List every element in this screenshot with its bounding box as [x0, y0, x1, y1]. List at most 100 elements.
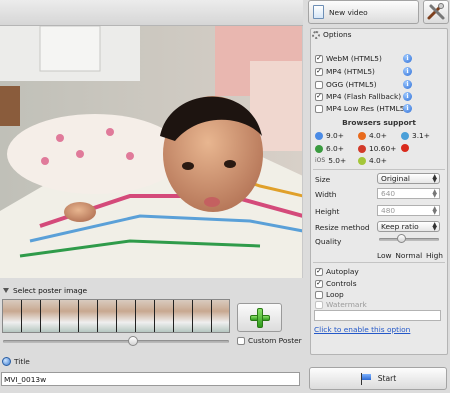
resize-method-select[interactable]: Keep ratio ▲ ▼: [377, 221, 440, 232]
poster-frame[interactable]: [212, 300, 229, 332]
poster-scrub-handle[interactable]: [128, 336, 138, 346]
size-value: Original: [381, 174, 410, 183]
browsers-support-heading: Browsers support: [342, 118, 416, 127]
browser-android: 4.0+: [358, 156, 387, 165]
gear-icon: [312, 30, 320, 39]
browser-safari: 3.1+: [401, 131, 430, 140]
stepper-arrows-icon[interactable]: ▲ ▼: [432, 206, 437, 216]
poster-frame[interactable]: [41, 300, 60, 332]
browser-ie: [401, 144, 409, 152]
poster-frame[interactable]: [79, 300, 98, 332]
poster-frame[interactable]: [3, 300, 22, 332]
browser-opera: 10.60+: [358, 144, 396, 153]
flag-icon: [360, 372, 372, 385]
autoplay-label: Autoplay: [326, 267, 359, 276]
chrome-icon: [315, 144, 323, 153]
plus-icon: [249, 307, 270, 328]
quality-scale: Low Normal High: [377, 251, 443, 260]
height-label: Height: [315, 207, 340, 216]
poster-frame[interactable]: [174, 300, 193, 332]
poster-filmstrip[interactable]: [2, 299, 230, 333]
custom-poster-checkbox[interactable]: [237, 336, 245, 345]
height-field[interactable]: 480 ▲ ▼: [377, 205, 440, 216]
format-ogg[interactable]: OGG (HTML5): [315, 80, 377, 89]
format-mp4-label: MP4 (HTML5): [326, 67, 375, 76]
title-section-header: Title: [0, 357, 30, 366]
format-mp4-flash-checkbox[interactable]: ✓: [315, 92, 323, 101]
title-input[interactable]: [1, 372, 300, 386]
height-value: 480: [381, 206, 396, 215]
poster-frame[interactable]: [117, 300, 136, 332]
quality-normal-label: Normal: [395, 251, 423, 260]
info-icon[interactable]: i: [403, 92, 412, 101]
quality-slider-handle[interactable]: [397, 234, 406, 243]
controls-checkbox[interactable]: ✓: [315, 279, 323, 288]
format-mp4-flash[interactable]: ✓ MP4 (Flash Fallback): [315, 92, 401, 101]
info-icon[interactable]: i: [403, 54, 412, 63]
stepper-arrows-icon[interactable]: ▲ ▼: [432, 189, 437, 199]
loop-checkbox[interactable]: [315, 290, 323, 299]
watermark-option: Watermark: [315, 300, 367, 309]
add-poster-button[interactable]: [237, 303, 282, 332]
autoplay-checkbox[interactable]: ✓: [315, 267, 323, 276]
format-ogg-checkbox[interactable]: [315, 80, 323, 89]
format-mp4[interactable]: ✓ MP4 (HTML5): [315, 67, 375, 76]
tools-icon: [427, 3, 445, 20]
safari-icon: [401, 131, 409, 140]
format-mp4-lowres[interactable]: MP4 Low Res (HTML5): [315, 104, 407, 113]
new-document-icon: [313, 5, 324, 19]
quality-low-label: Low: [377, 251, 392, 260]
poster-frame[interactable]: [193, 300, 212, 332]
poster-frame[interactable]: [98, 300, 117, 332]
custom-poster-label: Custom Poster: [248, 336, 302, 345]
poster-frame[interactable]: [22, 300, 41, 332]
poster-scrub-track[interactable]: [3, 340, 229, 343]
info-icon[interactable]: i: [403, 67, 412, 76]
resize-method-value: Keep ratio: [381, 222, 419, 231]
disclosure-triangle-icon: [3, 288, 9, 293]
enable-option-link[interactable]: Click to enable this option: [314, 325, 410, 334]
poster-frame[interactable]: [136, 300, 155, 332]
quality-slider-track[interactable]: [379, 238, 439, 241]
controls-option[interactable]: ✓ Controls: [315, 279, 357, 288]
poster-frame[interactable]: [155, 300, 174, 332]
controls-label: Controls: [326, 279, 357, 288]
custom-poster-toggle[interactable]: Custom Poster: [237, 336, 302, 345]
watermark-label: Watermark: [326, 300, 367, 309]
stepper-arrows-icon: ▲ ▼: [432, 221, 437, 232]
format-mp4-lowres-checkbox[interactable]: [315, 104, 323, 113]
format-mp4-checkbox[interactable]: ✓: [315, 67, 323, 76]
browser-version: 4.0+: [369, 156, 387, 165]
tools-button[interactable]: [423, 0, 449, 24]
autoplay-option[interactable]: ✓ Autoplay: [315, 267, 359, 276]
quality-label: Quality: [315, 237, 342, 246]
format-webm-label: WebM (HTML5): [326, 54, 382, 63]
options-header: Options: [312, 30, 352, 39]
info-icon[interactable]: i: [403, 104, 412, 113]
browser-version: 10.60+: [369, 144, 397, 153]
new-video-label: New video: [329, 7, 368, 17]
options-title: Options: [323, 30, 352, 39]
format-ogg-label: OGG (HTML5): [326, 80, 377, 89]
format-webm[interactable]: ✓ WebM (HTML5): [315, 54, 382, 63]
width-field[interactable]: 640 ▲ ▼: [377, 188, 440, 199]
start-button[interactable]: Start: [309, 367, 447, 390]
loop-option[interactable]: Loop: [315, 290, 344, 299]
size-label: Size: [315, 175, 331, 184]
divider: [313, 262, 445, 263]
width-value: 640: [381, 189, 396, 198]
browser-version: 5.0+: [328, 156, 347, 165]
format-webm-checkbox[interactable]: ✓: [315, 54, 323, 63]
new-video-button[interactable]: New video: [308, 0, 419, 24]
poster-section-header[interactable]: Select poster image: [0, 283, 303, 298]
browser-version: 4.0+: [369, 131, 387, 140]
watermark-checkbox: [315, 300, 323, 309]
poster-frame[interactable]: [60, 300, 79, 332]
info-icon[interactable]: i: [403, 80, 412, 89]
browser-version: 3.1+: [412, 131, 430, 140]
resize-method-label: Resize method: [315, 223, 370, 232]
globe-icon: [2, 357, 11, 366]
title-label: Title: [14, 357, 30, 366]
stepper-arrows-icon: ▲ ▼: [432, 173, 437, 184]
size-select[interactable]: Original ▲ ▼: [377, 173, 440, 184]
